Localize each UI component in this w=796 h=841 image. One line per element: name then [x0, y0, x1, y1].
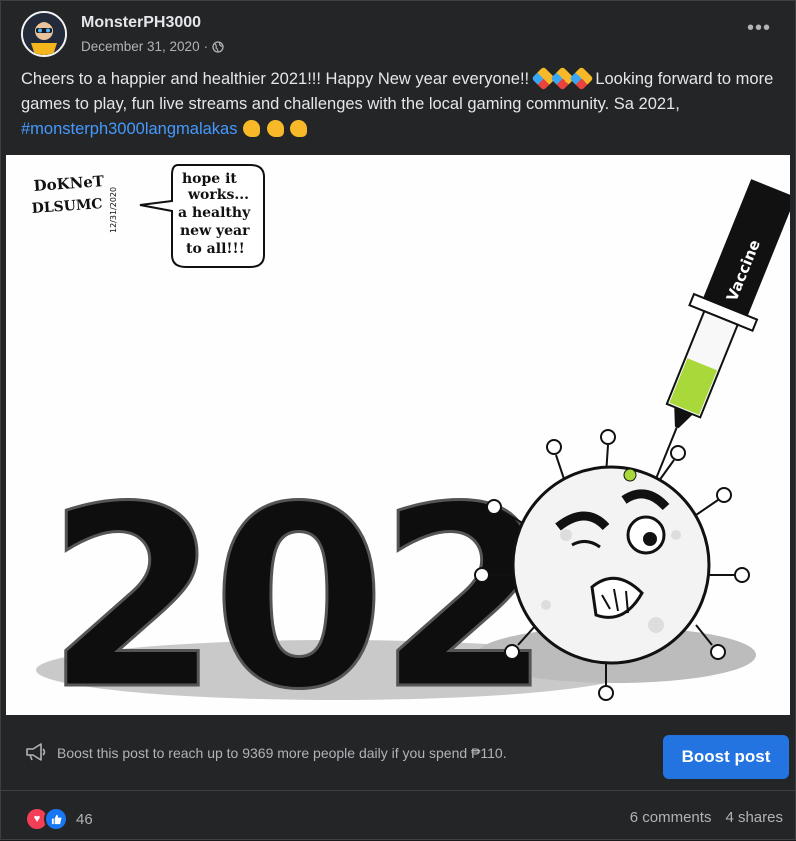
- megaphone-icon: [26, 743, 46, 761]
- like-reaction-icon: [44, 807, 68, 831]
- post-date[interactable]: December 31, 2020: [81, 39, 200, 54]
- hashtag-link[interactable]: #monsterph3000langmalakas: [21, 120, 237, 138]
- reaction-count: 46: [76, 810, 93, 828]
- comments-count[interactable]: 6 comments: [630, 809, 712, 826]
- party-popper-icon: [569, 66, 594, 91]
- boost-bar: Boost this post to reach up to 9369 more…: [1, 717, 796, 791]
- post-card: MonsterPH3000 December 31, 2020 · ••• Ch…: [0, 0, 796, 840]
- post-text: Cheers to a happier and healthier 2021!!…: [21, 66, 781, 142]
- post-meta: December 31, 2020 ·: [81, 39, 224, 54]
- thumbs-up-icon: [51, 814, 62, 824]
- bubble-line: a healthy: [178, 205, 251, 221]
- avatar-image: [23, 13, 65, 55]
- flexed-biceps-icon: [290, 120, 308, 137]
- vaccine-syringe: 1 Vaccine: [652, 179, 790, 486]
- globe-icon[interactable]: [212, 40, 224, 53]
- shares-count[interactable]: 4 shares: [725, 809, 783, 826]
- cartoon-illustration: DoKNeT DLSUMC 12/31/2020 hope it works..…: [31, 164, 790, 715]
- post-image[interactable]: DoKNeT DLSUMC 12/31/2020 hope it works..…: [6, 155, 790, 715]
- meta-separator: ·: [203, 39, 209, 54]
- bubble-line: hope it: [182, 171, 237, 187]
- bubble-line: works...: [187, 187, 249, 203]
- signature-line2: DLSUMC: [31, 196, 103, 217]
- engagement-counts: 6 comments 4 shares: [630, 809, 783, 826]
- more-options-icon[interactable]: •••: [747, 17, 771, 40]
- boost-description: Boost this post to reach up to 9369 more…: [57, 745, 507, 761]
- bubble-line: to all!!!: [186, 241, 245, 257]
- post-footer: ♥ 46 6 comments 4 shares: [1, 791, 796, 841]
- reactions-summary[interactable]: ♥ 46: [25, 807, 93, 831]
- signature-line1: DoKNeT: [33, 172, 105, 195]
- avatar[interactable]: [21, 11, 67, 57]
- boost-text: Boost this post to reach up to 9369 more…: [57, 745, 472, 761]
- flexed-biceps-icon: [243, 120, 261, 137]
- post-header: MonsterPH3000 December 31, 2020 · •••: [21, 11, 781, 61]
- bubble-line: new year: [180, 223, 250, 239]
- signature-date: 12/31/2020: [109, 187, 118, 233]
- boost-post-button[interactable]: Boost post: [663, 735, 789, 779]
- author-name[interactable]: MonsterPH3000: [81, 14, 201, 32]
- flexed-biceps-icon: [266, 120, 284, 137]
- post-text-part1: Cheers to a happier and healthier 2021!!…: [21, 70, 534, 88]
- year-digits: 202: [46, 453, 544, 715]
- boost-amount: ₱110.: [471, 745, 507, 761]
